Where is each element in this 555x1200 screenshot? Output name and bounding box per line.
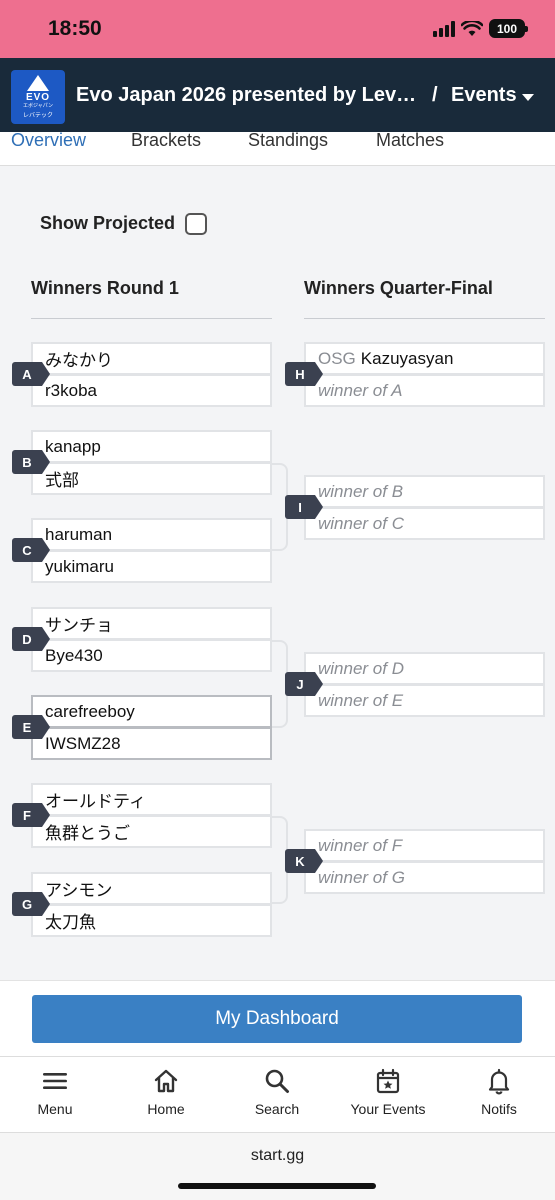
round-title-winners-r1: Winners Round 1: [31, 278, 179, 298]
match-id-badge[interactable]: A: [12, 362, 50, 386]
nav-home[interactable]: Home: [116, 1067, 216, 1117]
status-icons: 100: [433, 19, 528, 38]
nav-label: Search: [254, 1101, 300, 1117]
match-slot[interactable]: haruman: [31, 518, 272, 551]
nav-label: Notifs: [481, 1101, 517, 1117]
round-title-winners-qf: Winners Quarter-Final: [304, 278, 493, 298]
match-slot[interactable]: サンチョ: [31, 607, 272, 640]
match-id-badge[interactable]: C: [12, 538, 50, 562]
url-display[interactable]: start.gg: [0, 1147, 555, 1165]
match-i[interactable]: winner of B winner of C: [304, 475, 545, 540]
nav-search[interactable]: Search: [227, 1067, 327, 1117]
tab-standings[interactable]: Standings: [248, 130, 328, 151]
match-slot[interactable]: みなかり: [31, 342, 272, 375]
wifi-icon: [461, 20, 483, 36]
logo-sponsor: レバテック: [22, 112, 53, 119]
match-id-badge[interactable]: D: [12, 627, 50, 651]
round-divider: [31, 318, 272, 319]
status-bar: 18:50 100: [0, 0, 555, 58]
menu-icon: [43, 1073, 67, 1089]
match-slot[interactable]: carefreeboy: [31, 695, 272, 728]
match-slot[interactable]: winner of E: [304, 684, 545, 717]
match-k[interactable]: winner of F winner of G: [304, 829, 545, 894]
match-slot[interactable]: r3koba: [31, 374, 272, 407]
match-slot[interactable]: winner of A: [304, 374, 545, 407]
nav-your-events[interactable]: Your Events: [338, 1067, 438, 1117]
match-slot[interactable]: 魚群とうご: [31, 815, 272, 848]
calendar-star-icon: [376, 1068, 400, 1094]
battery-icon: 100: [489, 19, 528, 38]
nav-label: Home: [147, 1101, 185, 1117]
match-slot[interactable]: winner of C: [304, 507, 545, 540]
match-slot[interactable]: winner of F: [304, 829, 545, 862]
match-g[interactable]: アシモン 太刀魚: [31, 872, 272, 937]
cellular-signal-icon: [433, 20, 455, 37]
tournament-title[interactable]: Evo Japan 2026 presented by Levtech: [76, 84, 422, 107]
match-a[interactable]: みなかり r3koba: [31, 342, 272, 407]
match-slot[interactable]: 太刀魚: [31, 904, 272, 937]
evo-triangle-icon: [27, 74, 49, 91]
match-slot[interactable]: winner of B: [304, 475, 545, 508]
tab-matches[interactable]: Matches: [376, 130, 444, 151]
match-id-badge[interactable]: F: [12, 803, 50, 827]
nav-menu[interactable]: Menu: [5, 1067, 105, 1117]
nav-label: Your Events: [350, 1101, 426, 1117]
battery-level: 100: [496, 21, 518, 36]
match-slot[interactable]: OSG Kazuyasyan: [304, 342, 545, 375]
match-slot[interactable]: IWSMZ28: [31, 727, 272, 760]
match-slot[interactable]: Bye430: [31, 639, 272, 672]
logo-subtext: エボジャパン: [22, 102, 53, 109]
logo-text: EVO: [25, 91, 51, 103]
match-h[interactable]: OSG Kazuyasyan winner of A: [304, 342, 545, 407]
status-time: 18:50: [48, 17, 102, 40]
home-icon: [154, 1069, 178, 1093]
match-id-badge[interactable]: I: [285, 495, 323, 519]
match-slot[interactable]: kanapp: [31, 430, 272, 463]
browser-bar: start.gg: [0, 1132, 555, 1200]
match-id-badge[interactable]: J: [285, 672, 323, 696]
chevron-down-icon[interactable]: [522, 94, 534, 101]
bottom-nav: Menu Home Search Your Events Notifs: [0, 1056, 555, 1132]
match-j[interactable]: winner of D winner of E: [304, 652, 545, 717]
show-projected-label: Show Projected: [40, 213, 176, 233]
match-id-badge[interactable]: E: [12, 715, 50, 739]
tab-brackets[interactable]: Brackets: [131, 130, 201, 151]
match-id-badge[interactable]: G: [12, 892, 50, 916]
match-c[interactable]: haruman yukimaru: [31, 518, 272, 583]
team-prefix: OSG: [318, 348, 356, 368]
match-id-badge[interactable]: B: [12, 450, 50, 474]
breadcrumb-separator: /: [432, 84, 438, 106]
match-d[interactable]: サンチョ Bye430: [31, 607, 272, 672]
match-slot[interactable]: 式部: [31, 462, 272, 495]
match-slot[interactable]: オールドティ: [31, 783, 272, 816]
round-divider: [304, 318, 545, 319]
bell-icon: [488, 1068, 510, 1095]
nav-notifs[interactable]: Notifs: [449, 1067, 549, 1117]
search-icon: [265, 1069, 289, 1093]
home-indicator[interactable]: [178, 1183, 376, 1189]
event-header: EVO エボジャパン レバテック Evo Japan 2026 presente…: [0, 58, 555, 132]
match-slot[interactable]: winner of G: [304, 861, 545, 894]
match-slot[interactable]: yukimaru: [31, 550, 272, 583]
my-dashboard-button[interactable]: My Dashboard: [32, 995, 522, 1043]
bracket-tabs: Overview Brackets Standings Matches: [0, 130, 555, 166]
tab-overview[interactable]: Overview: [11, 130, 86, 151]
player-name: Kazuyasyan: [360, 348, 454, 368]
nav-label: Menu: [37, 1101, 73, 1117]
match-f[interactable]: オールドティ 魚群とうご: [31, 783, 272, 848]
events-dropdown[interactable]: Events: [451, 84, 517, 107]
match-slot[interactable]: winner of D: [304, 652, 545, 685]
match-id-badge[interactable]: H: [285, 362, 323, 386]
evo-japan-logo[interactable]: EVO エボジャパン レバテック: [11, 70, 65, 124]
match-id-badge[interactable]: K: [285, 849, 323, 873]
match-slot[interactable]: アシモン: [31, 872, 272, 905]
match-b[interactable]: kanapp 式部: [31, 430, 272, 495]
dashboard-bar: My Dashboard: [0, 980, 555, 1056]
match-e[interactable]: carefreeboy IWSMZ28: [31, 695, 272, 760]
show-projected-checkbox[interactable]: [185, 213, 207, 235]
